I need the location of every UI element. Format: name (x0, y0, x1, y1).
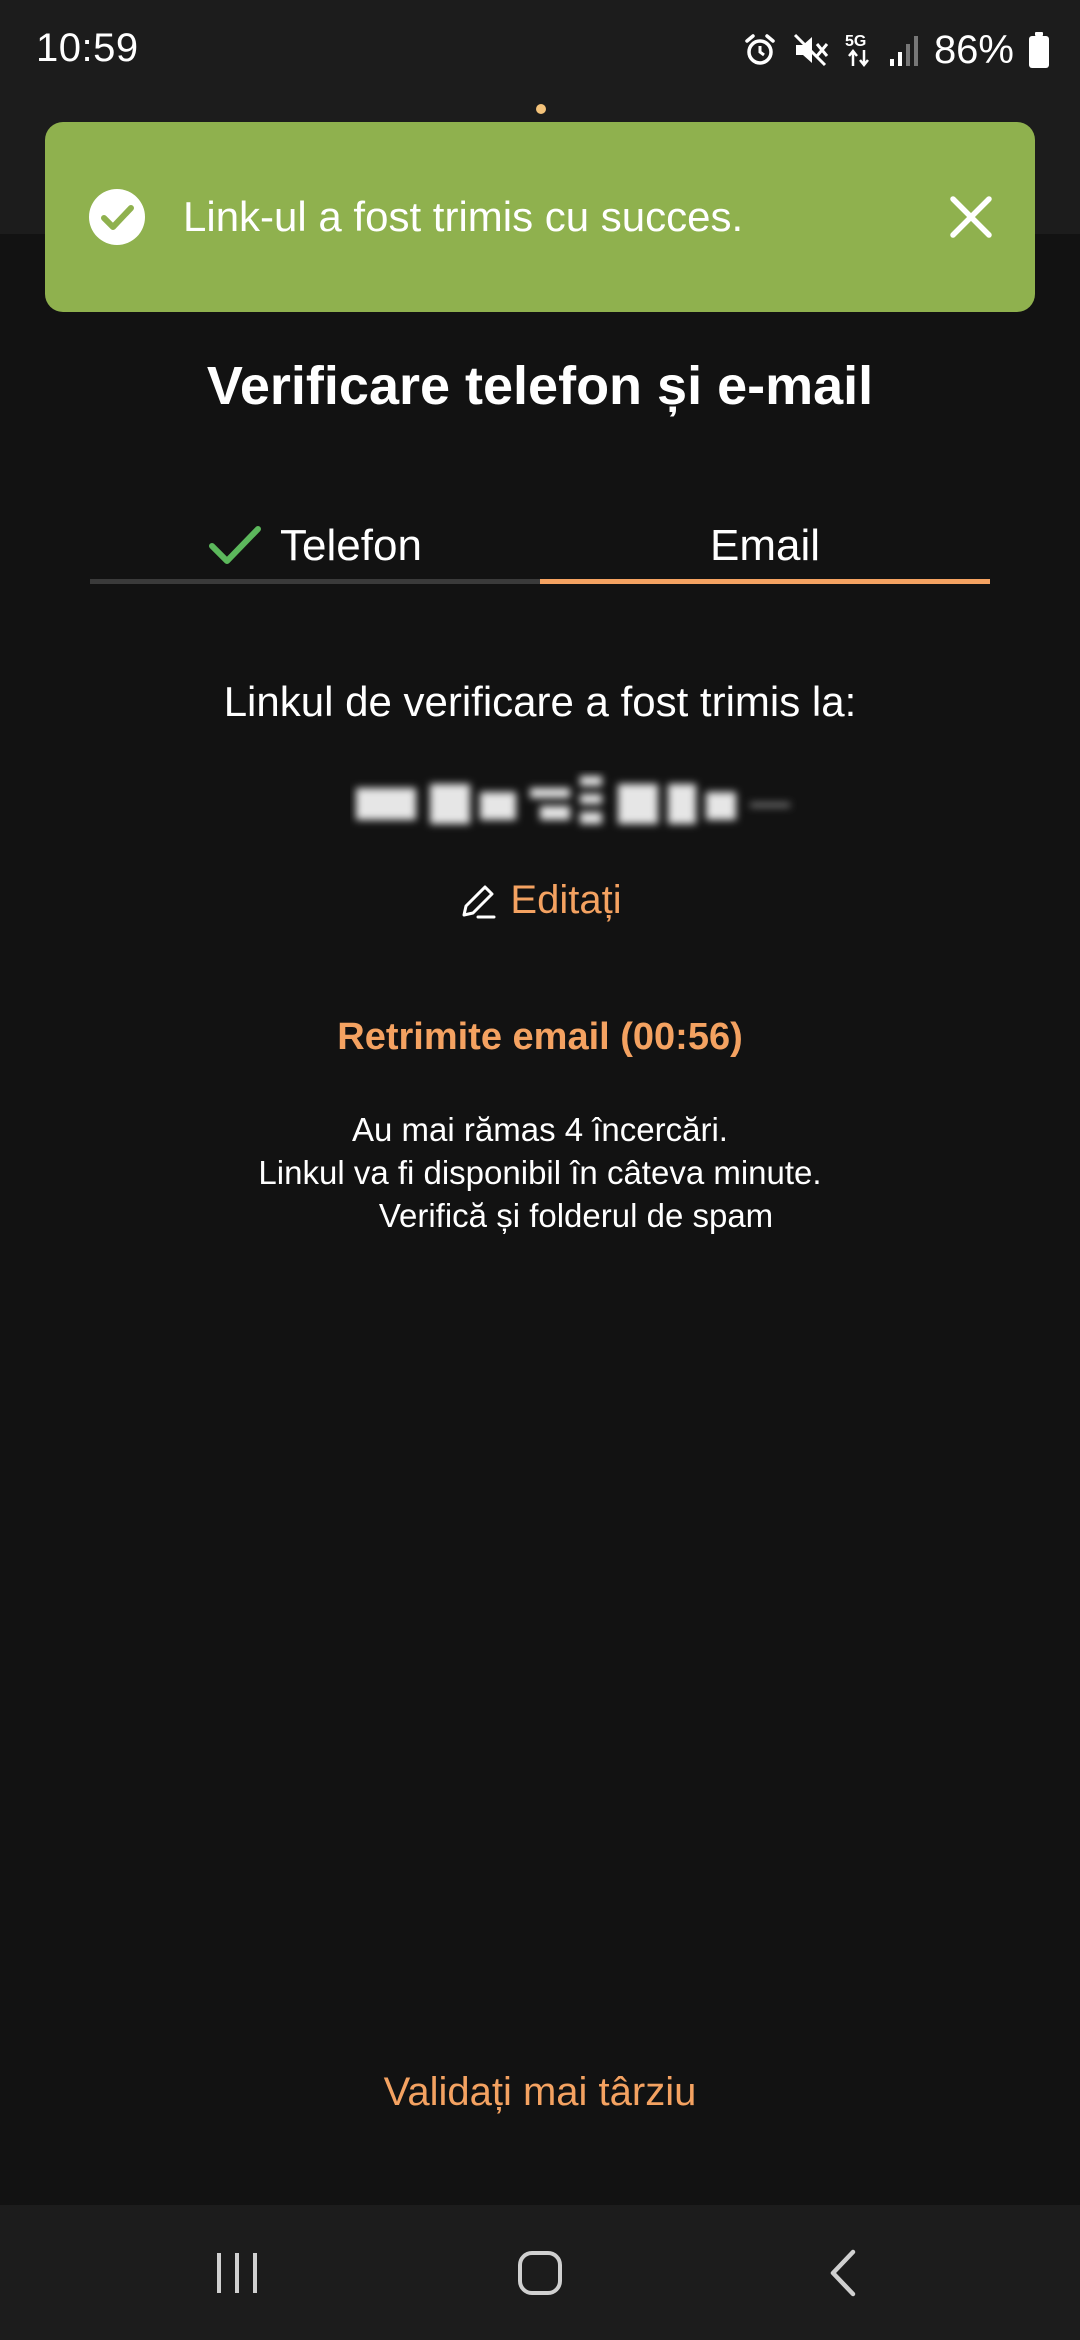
redacted-email (356, 776, 790, 824)
spam-hint: Verifică și folderul de spam (378, 1197, 774, 1234)
mute-icon (793, 33, 829, 67)
tab-email[interactable]: Email (540, 508, 990, 584)
tab-telefon[interactable]: Telefon (90, 508, 540, 584)
attempts-remaining: Au mai rămas 4 încercări. (352, 1111, 728, 1148)
alarm-icon (745, 34, 775, 65)
verification-tabs: Telefon Email (90, 508, 990, 584)
edit-label: Editați (510, 878, 622, 922)
edit-link[interactable]: Editați (0, 878, 1080, 923)
validate-later-button[interactable]: Validați mai târziu (0, 2070, 1080, 2115)
tab-label: Telefon (280, 521, 422, 570)
navigation-bar (0, 2205, 1080, 2340)
status-icons: 5G 86% (742, 22, 1050, 78)
back-icon (830, 2249, 856, 2296)
info-text: Au mai rămas 4 încercări. Linkul va fi d… (0, 1108, 1080, 1237)
5g-icon: 5G (845, 33, 869, 68)
check-icon (209, 526, 262, 564)
battery-percent: 86% (933, 27, 1014, 72)
link-availability: Linkul va fi disponibil în câteva minute… (258, 1154, 822, 1191)
resend-email-button[interactable]: Retrimite email (00:56) (0, 1016, 1080, 1059)
header-indicator-dot (536, 104, 546, 114)
status-time: 10:59 (36, 26, 139, 70)
recents-icon (217, 2252, 257, 2293)
home-icon (518, 2250, 562, 2295)
recents-button[interactable] (167, 2205, 307, 2340)
success-toast: Link-ul a fost trimis cu succes. (45, 122, 1035, 312)
battery-icon (1029, 32, 1049, 68)
home-button[interactable] (470, 2205, 610, 2340)
svg-text:5G: 5G (845, 33, 866, 50)
toast-message: Link-ul a fost trimis cu succes. (183, 193, 744, 240)
status-bar: 10:59 5G 86% (0, 0, 1080, 104)
close-icon[interactable] (947, 193, 995, 241)
pencil-icon (462, 885, 496, 918)
page-title: Verificare telefon și e-mail (206, 356, 874, 416)
check-circle-icon (89, 189, 145, 245)
signal-icon (889, 36, 918, 66)
screen: 10:59 5G 86% Link-ul a fost trimis cu su… (0, 0, 1080, 2340)
back-button[interactable] (773, 2205, 913, 2340)
sent-to-label: Linkul de verificare a fost trimis la: (223, 678, 857, 725)
tab-label: Email (709, 521, 821, 570)
